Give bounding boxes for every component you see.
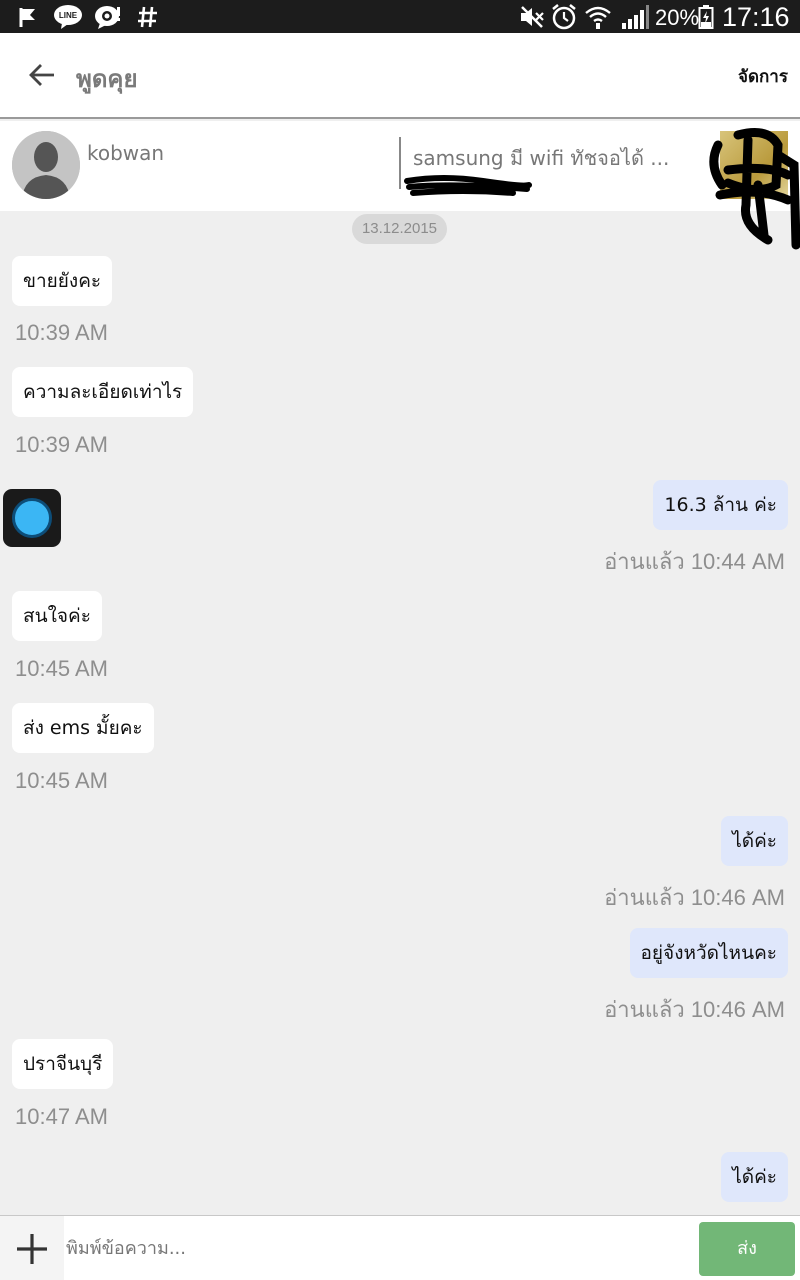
status-clock: 17:16 <box>722 2 790 32</box>
mute-icon <box>518 4 546 30</box>
back-button[interactable] <box>24 57 60 93</box>
message-time: 10:47 AM <box>15 1104 108 1129</box>
incoming-message[interactable]: ส่ง ems มั้ยคะ <box>12 703 154 753</box>
user-silhouette-icon <box>12 131 80 199</box>
header-divider <box>399 137 401 189</box>
plus-icon <box>17 1233 47 1264</box>
app-bar: พูดคุย จัดการ <box>0 33 800 119</box>
battery-percent: 20% <box>655 5 700 30</box>
chat-thread[interactable]: 13.12.2015 ขายยังคะ 10:39 AM ความละเอียด… <box>0 211 800 1215</box>
incoming-message[interactable]: ขายยังคะ <box>12 256 113 306</box>
incoming-message[interactable]: ความละเอียดเท่าไร <box>12 367 194 417</box>
page-title: พูดคุย <box>76 65 138 93</box>
send-button[interactable]: ส่ง <box>699 1222 795 1276</box>
outgoing-message[interactable]: 16.3 ล้าน ค่ะ <box>653 480 788 530</box>
sticker-message[interactable] <box>3 489 61 547</box>
svg-text:LINE: LINE <box>59 11 78 20</box>
outgoing-message[interactable]: อยู่จังหวัดไหนคะ <box>629 928 788 978</box>
battery-icon <box>697 4 715 30</box>
message-read-time: อ่านแล้ว 10:46 AM <box>604 997 785 1022</box>
outgoing-message[interactable]: ได้ค่ะ <box>721 816 788 866</box>
outgoing-message[interactable]: ได้ค่ะ <box>721 1152 788 1202</box>
blue-circle-icon <box>12 498 52 538</box>
arrow-left-icon <box>29 64 54 86</box>
product-header[interactable]: kobwan samsung มี wifi ทัชจอได้ ... <box>0 121 800 250</box>
incoming-message[interactable]: สนใจค่ะ <box>12 591 102 641</box>
chat-notify-icon <box>94 4 122 30</box>
message-time: 10:45 AM <box>15 768 108 793</box>
manage-button[interactable]: จัดการ <box>738 63 788 90</box>
product-title: samsung มี wifi ทัชจอได้ ... <box>413 146 670 170</box>
wifi-icon <box>584 4 612 30</box>
attach-button[interactable] <box>0 1216 64 1280</box>
status-bar: LINE 20% 17:16 <box>0 0 800 33</box>
message-time: 10:45 AM <box>15 656 108 681</box>
message-read-time: อ่านแล้ว 10:46 AM <box>604 885 785 910</box>
message-input[interactable] <box>66 1224 686 1272</box>
flag-icon <box>16 4 40 30</box>
avatar[interactable] <box>12 131 80 199</box>
alarm-icon <box>550 4 578 30</box>
message-composer: ส่ง <box>0 1215 800 1280</box>
message-read-time: อ่านแล้ว 10:44 AM <box>604 549 785 574</box>
message-time: 10:39 AM <box>15 432 108 457</box>
seller-name: kobwan <box>87 141 165 165</box>
signal-icon <box>620 4 650 30</box>
line-app-icon: LINE <box>53 4 83 30</box>
redaction-scribble <box>404 175 532 196</box>
message-time: 10:39 AM <box>15 320 108 345</box>
incoming-message[interactable]: ปราจีนบุรี <box>12 1039 114 1089</box>
hash-icon <box>137 4 159 30</box>
date-separator: 13.12.2015 <box>352 214 447 244</box>
